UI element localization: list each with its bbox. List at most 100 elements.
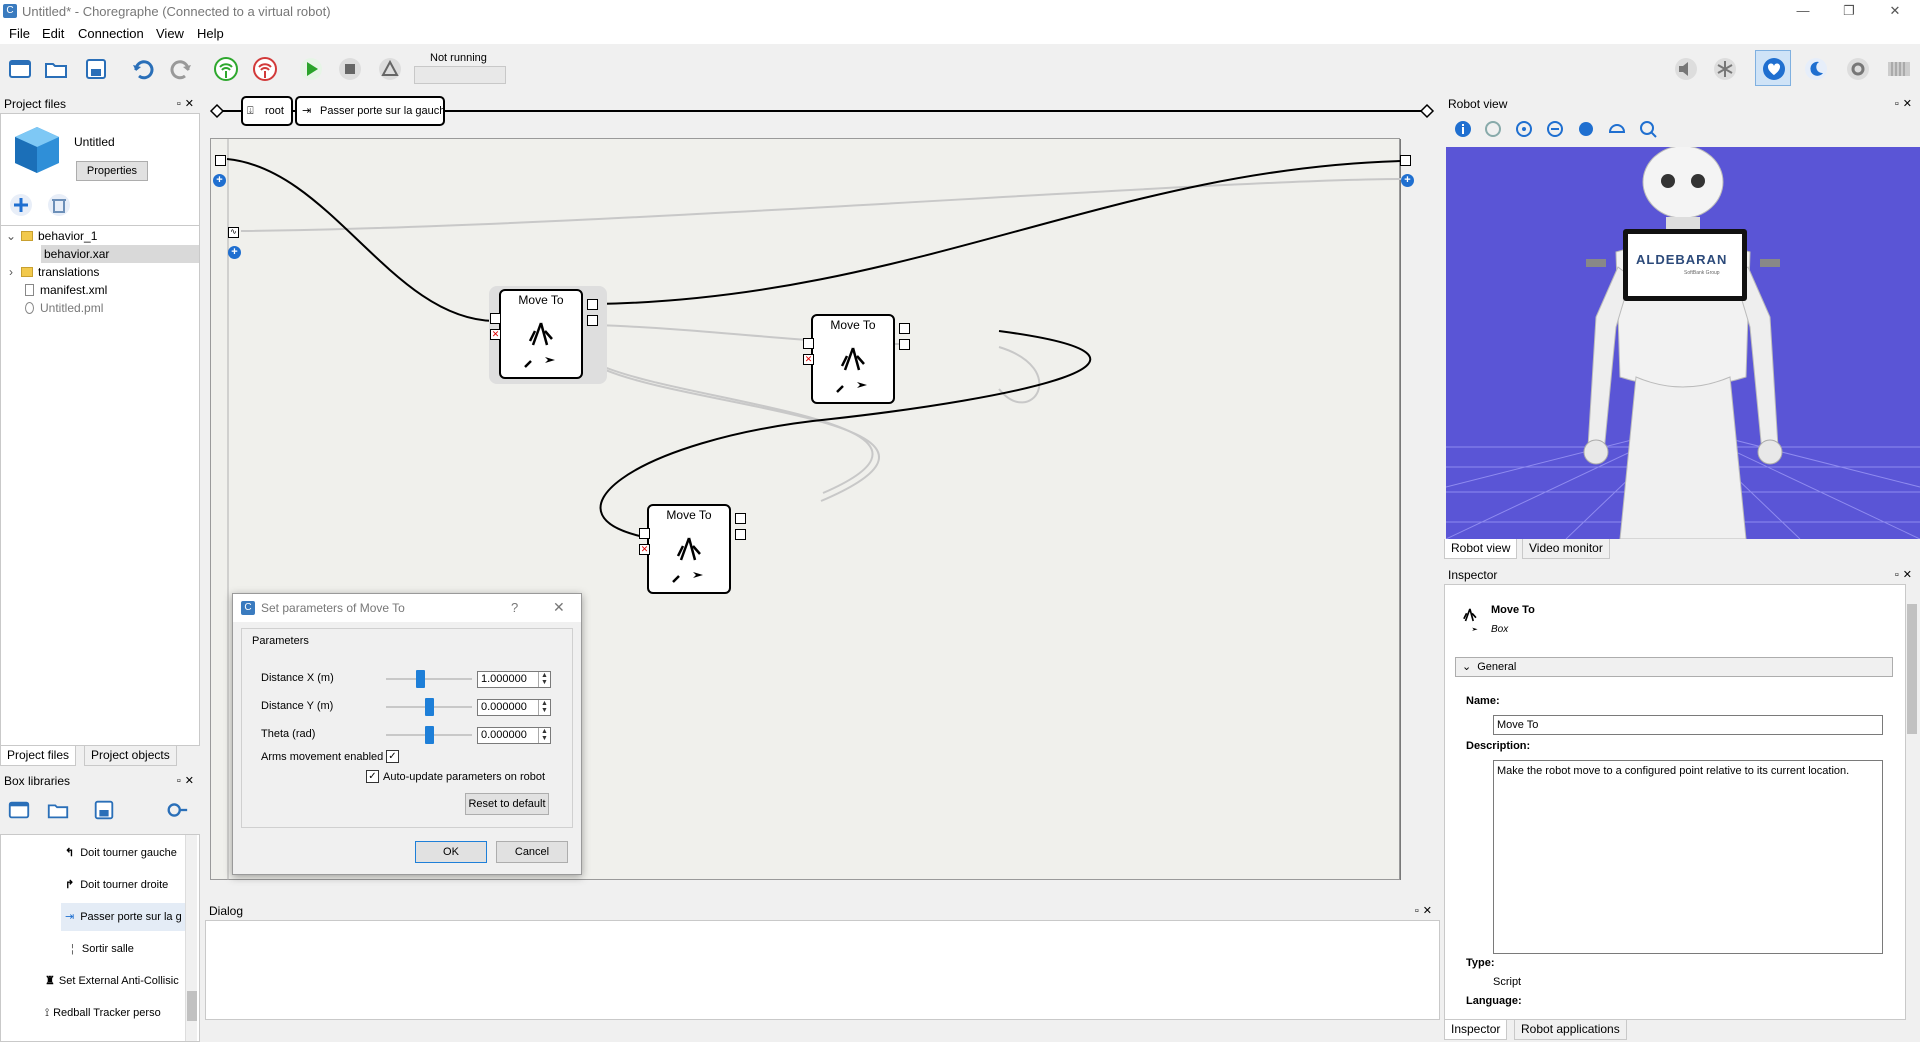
tab-project-objects[interactable]: Project objects bbox=[84, 746, 177, 766]
name-field[interactable]: Move To bbox=[1493, 715, 1883, 735]
add-file-icon[interactable] bbox=[9, 193, 33, 217]
close-button[interactable]: ✕ bbox=[1872, 0, 1918, 22]
box-2-success-output[interactable] bbox=[899, 323, 910, 334]
spin-arrows-icon[interactable]: ▲ ▼ bbox=[538, 728, 550, 743]
minimize-button[interactable]: — bbox=[1780, 0, 1826, 22]
box-1-start-input[interactable] bbox=[490, 313, 501, 324]
box-2-start-input[interactable] bbox=[803, 338, 814, 349]
autonomous-life-toggle[interactable] bbox=[1755, 50, 1791, 86]
canvas-vertical-scrollbar[interactable] bbox=[1422, 138, 1434, 880]
distance-y-input[interactable]: 0.000000 ▲ ▼ bbox=[477, 699, 551, 716]
save-project-icon[interactable] bbox=[83, 56, 109, 82]
panel-controls[interactable]: ▫✕ bbox=[1895, 566, 1916, 584]
move-to-box-1[interactable]: Move To bbox=[499, 289, 583, 379]
library-item[interactable]: ↰ Doit tourner gauche bbox=[65, 839, 177, 867]
library-item[interactable]: ↱ Doit tourner droite bbox=[65, 871, 168, 899]
new-project-icon[interactable] bbox=[7, 56, 33, 82]
search-library-icon[interactable] bbox=[165, 798, 189, 822]
scroll-thumb[interactable] bbox=[187, 991, 197, 1021]
redo-icon[interactable] bbox=[168, 56, 194, 82]
theta-slider[interactable] bbox=[386, 726, 472, 744]
slider-thumb[interactable] bbox=[424, 698, 434, 716]
library-item-selected[interactable]: ⇥ Passer porte sur la g bbox=[61, 903, 185, 931]
new-library-icon[interactable] bbox=[7, 798, 31, 822]
box-1-success-output[interactable] bbox=[587, 299, 598, 310]
library-scrollbar[interactable] bbox=[185, 835, 197, 1041]
view-reset-icon[interactable] bbox=[1608, 120, 1626, 138]
slider-thumb[interactable] bbox=[424, 726, 434, 744]
inspector-scrollbar[interactable] bbox=[1906, 584, 1918, 1020]
library-item[interactable]: ♜ Set External Anti-Collisic bbox=[45, 967, 185, 995]
general-section-header[interactable]: ⌄ General bbox=[1455, 657, 1893, 677]
arms-movement-checkbox[interactable]: ✓ bbox=[386, 750, 399, 763]
behavior-start-input[interactable] bbox=[215, 155, 226, 166]
tab-inspector[interactable]: Inspector bbox=[1444, 1020, 1508, 1040]
stop-icon[interactable] bbox=[337, 56, 363, 82]
undo-icon[interactable] bbox=[130, 56, 156, 82]
tree-item-translations-folder[interactable]: › translations bbox=[1, 263, 201, 281]
add-output-icon[interactable]: + bbox=[1401, 174, 1414, 187]
rest-moon-icon[interactable] bbox=[1803, 56, 1829, 82]
canvas-horizontal-scrollbar[interactable] bbox=[210, 880, 1424, 892]
box-1-stop-input[interactable]: ✕ bbox=[490, 329, 501, 340]
camera-rotate-icon[interactable] bbox=[1484, 120, 1502, 138]
menu-help[interactable]: Help bbox=[197, 26, 224, 41]
dialog-help-button[interactable]: ? bbox=[511, 600, 518, 615]
box-1-failure-output[interactable] bbox=[587, 315, 598, 326]
debug-warning-icon[interactable] bbox=[377, 56, 403, 82]
behavior-signal-input[interactable]: ∿ bbox=[228, 227, 239, 238]
breadcrumb-root[interactable]: ⍗ root bbox=[241, 96, 293, 126]
distance-y-slider[interactable] bbox=[386, 698, 472, 716]
tab-robot-view[interactable]: Robot view bbox=[1444, 539, 1518, 559]
add-input-icon[interactable]: + bbox=[228, 246, 241, 259]
view-top-icon[interactable] bbox=[1577, 120, 1595, 138]
tab-project-files[interactable]: Project files bbox=[0, 746, 77, 766]
tree-item-manifest[interactable]: manifest.xml bbox=[25, 281, 225, 299]
maximize-button[interactable]: ❐ bbox=[1826, 0, 1872, 22]
tree-item-behavior-folder[interactable]: ⌄ behavior_1 bbox=[1, 227, 201, 245]
box-3-success-output[interactable] bbox=[735, 513, 746, 524]
spin-arrows-icon[interactable]: ▲ ▼ bbox=[538, 700, 550, 715]
menu-edit[interactable]: Edit bbox=[42, 26, 64, 41]
behavior-success-output[interactable] bbox=[1400, 155, 1411, 166]
save-library-icon[interactable] bbox=[92, 798, 116, 822]
move-to-box-3[interactable]: Move To bbox=[647, 504, 731, 594]
delete-file-icon[interactable] bbox=[47, 193, 71, 217]
dialog-close-button[interactable]: ✕ bbox=[553, 599, 565, 616]
box-2-stop-input[interactable]: ✕ bbox=[803, 354, 814, 365]
move-to-box-2[interactable]: Move To bbox=[811, 314, 895, 404]
motors-icon[interactable] bbox=[1712, 56, 1738, 82]
tab-video-monitor[interactable]: Video monitor bbox=[1522, 539, 1610, 559]
settings-gear-icon[interactable] bbox=[1845, 56, 1871, 82]
zoom-icon[interactable] bbox=[1639, 120, 1657, 138]
box-3-start-input[interactable] bbox=[639, 528, 650, 539]
reset-to-default-button[interactable]: Reset to default bbox=[465, 793, 549, 815]
box-2-failure-output[interactable] bbox=[899, 339, 910, 350]
view-front-icon[interactable] bbox=[1515, 120, 1533, 138]
open-project-icon[interactable] bbox=[43, 56, 69, 82]
breadcrumb-current[interactable]: ⇥ Passer porte sur la gauche bbox=[295, 96, 445, 126]
info-icon[interactable] bbox=[1454, 120, 1472, 138]
tab-robot-applications[interactable]: Robot applications bbox=[1514, 1020, 1627, 1040]
cancel-button[interactable]: Cancel bbox=[496, 841, 568, 863]
robot-3d-view[interactable]: ALDEBARAN SoftBank Group bbox=[1446, 147, 1920, 539]
panel-controls[interactable]: ▫✕ bbox=[177, 772, 198, 790]
tree-item-pml[interactable]: Untitled.pml bbox=[25, 299, 225, 317]
spin-arrows-icon[interactable]: ▲ ▼ bbox=[538, 672, 550, 687]
play-icon[interactable] bbox=[298, 56, 324, 82]
slider-thumb[interactable] bbox=[415, 670, 425, 688]
panel-controls[interactable]: ▫✕ bbox=[177, 95, 198, 113]
open-library-icon[interactable] bbox=[46, 798, 70, 822]
panel-controls[interactable]: ▫✕ bbox=[1895, 95, 1916, 113]
connect-icon[interactable] bbox=[213, 56, 239, 82]
panel-controls[interactable]: ▫✕ bbox=[1415, 902, 1436, 920]
add-input-icon[interactable]: + bbox=[213, 174, 226, 187]
menu-file[interactable]: File bbox=[9, 26, 30, 41]
ok-button[interactable]: OK bbox=[415, 841, 487, 863]
distance-x-input[interactable]: 1.000000 ▲ ▼ bbox=[477, 671, 551, 688]
menu-connection[interactable]: Connection bbox=[78, 26, 144, 41]
library-item[interactable]: ⟟ Redball Tracker perso bbox=[45, 999, 161, 1027]
properties-button[interactable]: Properties bbox=[76, 161, 148, 181]
tree-expander[interactable]: ⌄ bbox=[1, 227, 21, 245]
volume-icon[interactable] bbox=[1673, 56, 1699, 82]
